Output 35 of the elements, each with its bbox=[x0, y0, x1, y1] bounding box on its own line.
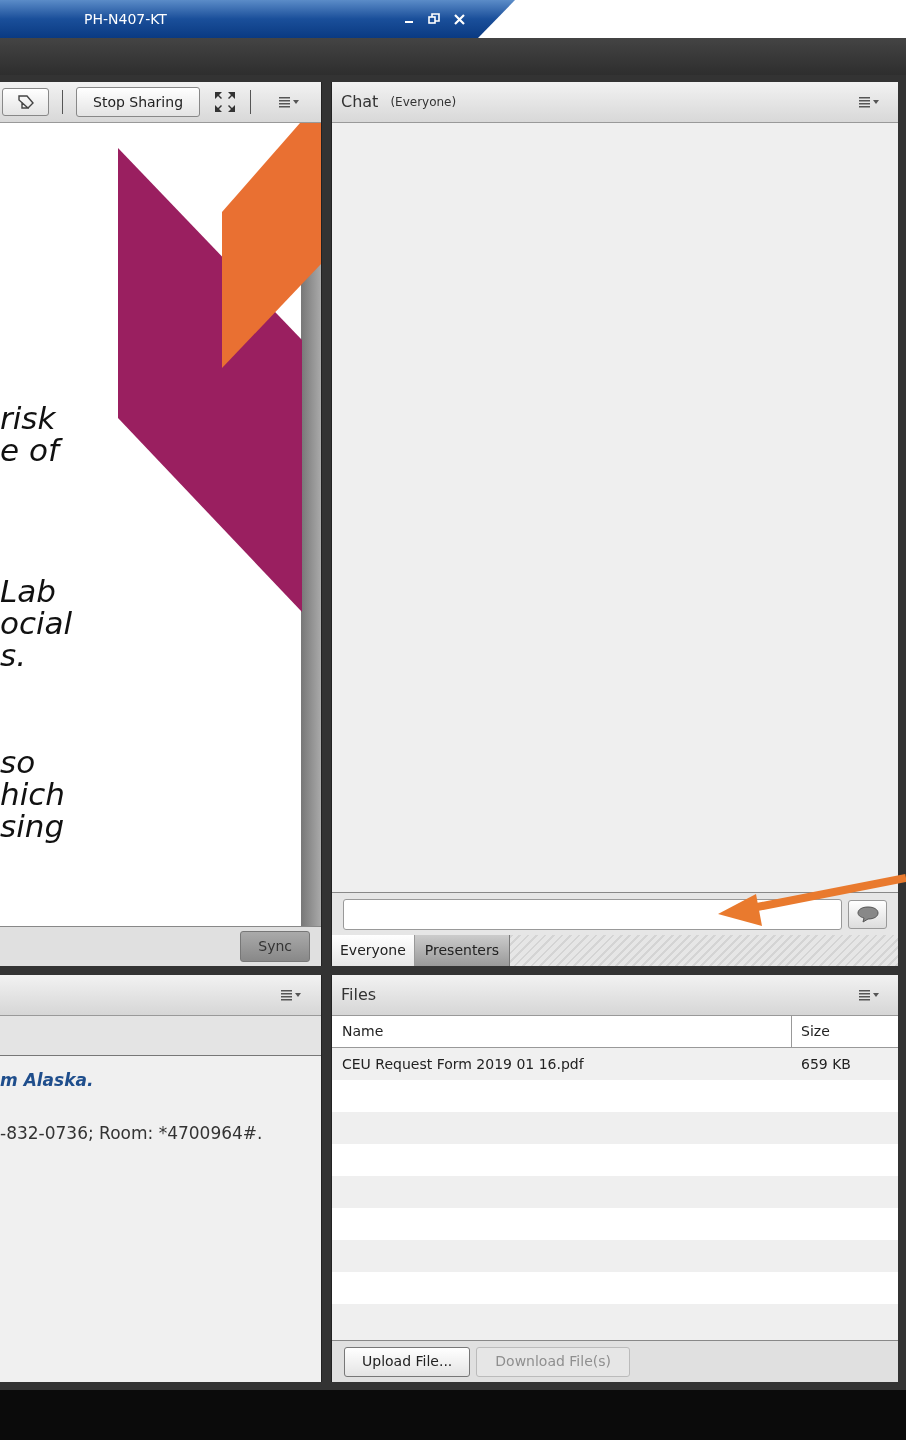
slide-text: s. bbox=[0, 639, 27, 671]
chat-tab[interactable]: Presenters bbox=[414, 935, 511, 966]
slide-text: e of bbox=[0, 434, 302, 466]
slide-text: sing bbox=[0, 810, 66, 842]
column-header[interactable]: Name bbox=[332, 1016, 792, 1047]
slide-text: ocial bbox=[0, 607, 74, 639]
pointer-icon bbox=[15, 93, 36, 111]
notes-text: m Alaska. bbox=[0, 1069, 95, 1092]
speech-bubble-icon bbox=[856, 905, 879, 923]
menu-icon[interactable] bbox=[279, 96, 302, 108]
slide-text: risk bbox=[0, 402, 57, 434]
slide-text: so bbox=[0, 746, 37, 778]
slide-text: Lab bbox=[0, 575, 57, 607]
pod-title: Chat bbox=[341, 91, 379, 113]
audience-label: (Everyone) bbox=[390, 94, 457, 111]
restore-icon[interactable] bbox=[428, 13, 440, 25]
sync-button[interactable]: Sync bbox=[240, 931, 310, 962]
menu-icon[interactable] bbox=[859, 989, 881, 1001]
stop-sharing-button[interactable]: Stop Sharing bbox=[76, 87, 201, 117]
notes-text: -832-0736; Room: *4700964#. bbox=[0, 1121, 264, 1145]
chat-input[interactable] bbox=[343, 898, 842, 930]
window-title: PH-N407-KT bbox=[84, 9, 167, 29]
fullscreen-icon[interactable] bbox=[214, 91, 237, 113]
close-icon[interactable] bbox=[454, 13, 465, 25]
send-button[interactable] bbox=[848, 899, 887, 929]
column-header[interactable]: Size bbox=[792, 1016, 898, 1047]
file-size: 659 KB bbox=[800, 1054, 852, 1074]
file-button[interactable]: Upload File... bbox=[344, 1346, 471, 1377]
pointer-button[interactable] bbox=[2, 88, 49, 116]
menu-icon[interactable] bbox=[859, 96, 881, 108]
pod-title: Files bbox=[341, 984, 377, 1006]
slide-text: hich bbox=[0, 778, 66, 810]
chat-tab[interactable]: Everyone bbox=[332, 935, 415, 966]
menu-icon[interactable] bbox=[281, 989, 303, 1001]
file-name: CEU Request Form 2019 01 16.pdf bbox=[341, 1054, 585, 1074]
